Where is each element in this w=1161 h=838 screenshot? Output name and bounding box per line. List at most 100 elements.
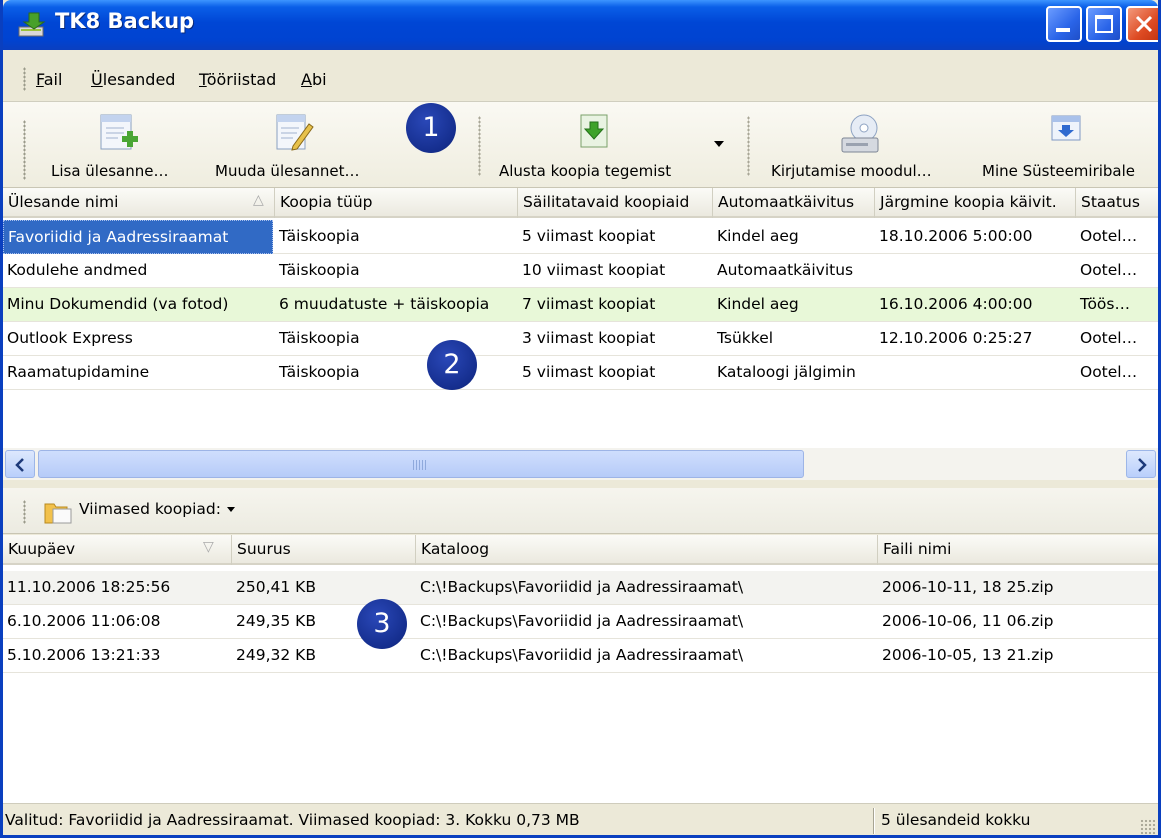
table-row[interactable]: 5.10.2006 13:21:33 249,32 KB C:\!Backups… [3,639,1158,673]
date-cell: 5.10.2006 13:21:33 [7,646,161,664]
autostart-cell: Kataloogi jälgimin [717,363,856,381]
table-row[interactable]: Favoriidid ja Aadressiraamat Täiskoopia … [3,220,1158,254]
tasks-horizontal-scrollbar[interactable] [3,448,1158,480]
to-tray-label: Mine Süsteemiribale [982,162,1136,180]
next-run-cell: 18.10.2006 5:00:00 [879,227,1033,245]
status-selection-text: Valitud: Favoriidid ja Aadressiraamat. V… [5,811,580,829]
status-cell: Ootel… [1080,363,1138,381]
menu-bar: Fail Ülesanded Tööriistad Abi [3,50,1158,102]
column-header-directory[interactable]: Kataloog [416,535,878,565]
status-cell: Ootel… [1080,227,1138,245]
status-cell: Ootel… [1080,329,1138,347]
menu-file[interactable]: Fail [36,70,62,89]
task-name-cell: Outlook Express [7,329,133,347]
tray-icon [1051,115,1081,141]
column-header-size[interactable]: Suurus [232,535,416,565]
column-header-keep-copies[interactable]: Säilitatavaid koopiaid [518,188,713,218]
table-row[interactable]: 11.10.2006 18:25:56 250,41 KB C:\!Backup… [3,571,1158,605]
window-title: TK8 Backup [55,9,195,33]
copy-type-cell: Täiskoopia [279,227,360,245]
autostart-cell: Tsükkel [717,329,774,347]
toolbar: Lisa ülesanne… Muuda ülesannet… 1 Alusta… [3,102,1158,188]
add-task-icon [100,114,138,150]
start-backup-button[interactable]: Alusta koopia tegemist [491,106,701,184]
table-row[interactable]: Minu Dokumendid (va fotod) 6 muudatuste … [3,288,1158,322]
sort-ascending-icon: △ [253,192,264,208]
add-task-button[interactable]: Lisa ülesanne… [43,106,203,184]
minimize-to-tray-button[interactable]: Mine Süsteemiribale [978,106,1158,184]
table-row[interactable]: Raamatupidamine Täiskoopia 5 viimast koo… [3,356,1158,390]
copy-type-cell: Täiskoopia [279,329,360,347]
date-cell: 6.10.2006 11:06:08 [7,612,161,630]
minimize-button[interactable] [1046,6,1082,42]
edit-task-icon [276,114,314,151]
menu-tools[interactable]: Tööriistad [199,70,276,89]
scroll-right-button[interactable] [1126,450,1156,478]
minimize-icon [1056,28,1070,32]
status-cell: Töös… [1080,295,1130,313]
menu-tasks[interactable]: Ülesanded [91,70,175,89]
column-header-next-run[interactable]: Järgmine koopia käivit. [875,188,1076,218]
autostart-cell: Automaatkäivitus [717,261,854,279]
maximize-icon [1095,15,1113,33]
callout-badge-3: 3 [357,599,407,649]
panel-grip[interactable] [23,500,26,524]
column-header-status[interactable]: Staatus [1076,188,1158,218]
status-bar: Valitud: Favoriidid ja Aadressiraamat. V… [3,803,1158,835]
callout-badge-2: 2 [427,340,477,390]
keep-copies-cell: 3 viimast koopiat [522,329,656,347]
callout-badge-1: 1 [406,103,456,153]
copy-type-cell: Täiskoopia [279,261,360,279]
recent-copies-dropdown[interactable]: Viimased koopiad: [79,500,236,518]
column-header-date[interactable]: Kuupäev ▽ [3,535,232,565]
task-name-cell[interactable]: Favoriidid ja Aadressiraamat [3,220,273,254]
start-backup-icon [580,114,608,148]
menu-help[interactable]: Abi [301,70,327,89]
column-header-autostart[interactable]: Automaatkäivitus [713,188,875,218]
chevron-left-icon [15,458,24,472]
app-window: TK8 Backup Fail Ülesanded Tööriistad Abi [0,0,1161,838]
scroll-grip-icon [413,460,427,470]
disc-drive-icon [841,114,879,153]
task-name-cell: Minu Dokumendid (va fotod) [7,295,229,313]
scroll-thumb[interactable] [38,450,804,478]
date-cell: 11.10.2006 18:25:56 [7,578,171,596]
next-run-cell [875,356,1076,390]
directory-cell: C:\!Backups\Favoriidid ja Aadressiraamat… [420,646,744,664]
app-icon [18,12,46,37]
column-header-copy-type[interactable]: Koopia tüüp [275,188,518,218]
chevron-right-icon [1138,458,1147,472]
table-row[interactable]: 6.10.2006 11:06:08 249,35 KB C:\!Backups… [3,605,1158,639]
tasks-table: Ülesande nimi △ Koopia tüüp Säilitatavai… [3,188,1158,448]
toolbar-grip[interactable] [23,120,26,180]
recent-copies-bar: Viimased koopiad: [3,488,1158,534]
copy-type-cell: 6 muudatuste + täiskoopia [279,295,490,313]
write-module-button[interactable]: Kirjutamise moodul… [763,106,963,184]
next-run-cell: 12.10.2006 0:25:27 [879,329,1033,347]
resize-grip-icon[interactable] [1140,819,1156,835]
close-button[interactable] [1126,6,1158,42]
column-header-file-name[interactable]: Faili nimi [878,535,1158,565]
status-divider [873,808,875,834]
task-name-cell: Raamatupidamine [7,363,150,381]
toolbar-separator [478,116,481,176]
menu-grip[interactable] [23,67,26,91]
scroll-left-button[interactable] [5,450,35,478]
edit-task-button[interactable]: Muuda ülesannet… [211,106,391,184]
recent-table-header: Kuupäev ▽ Suurus Kataloog Faili nimi [3,535,1158,565]
file-name-cell: 2006-10-06, 11 06.zip [882,612,1054,630]
maximize-button[interactable] [1086,6,1122,42]
title-bar[interactable]: TK8 Backup [3,0,1158,50]
task-name-cell: Kodulehe andmed [7,261,148,279]
table-row[interactable]: Kodulehe andmed Täiskoopia 10 viimast ko… [3,254,1158,288]
status-task-count: 5 ülesandeid kokku [881,811,1031,829]
keep-copies-cell: 5 viimast koopiat [522,227,656,245]
folder-icon [44,503,72,524]
table-row[interactable]: Outlook Express Täiskoopia 3 viimast koo… [3,322,1158,356]
keep-copies-cell: 7 viimast koopiat [522,295,656,313]
next-run-cell [875,254,1076,288]
write-module-label: Kirjutamise moodul… [771,162,932,180]
start-backup-label: Alusta koopia tegemist [499,162,672,180]
start-backup-dropdown-arrow-icon[interactable] [713,140,725,148]
column-header-task-name[interactable]: Ülesande nimi △ [3,188,275,218]
